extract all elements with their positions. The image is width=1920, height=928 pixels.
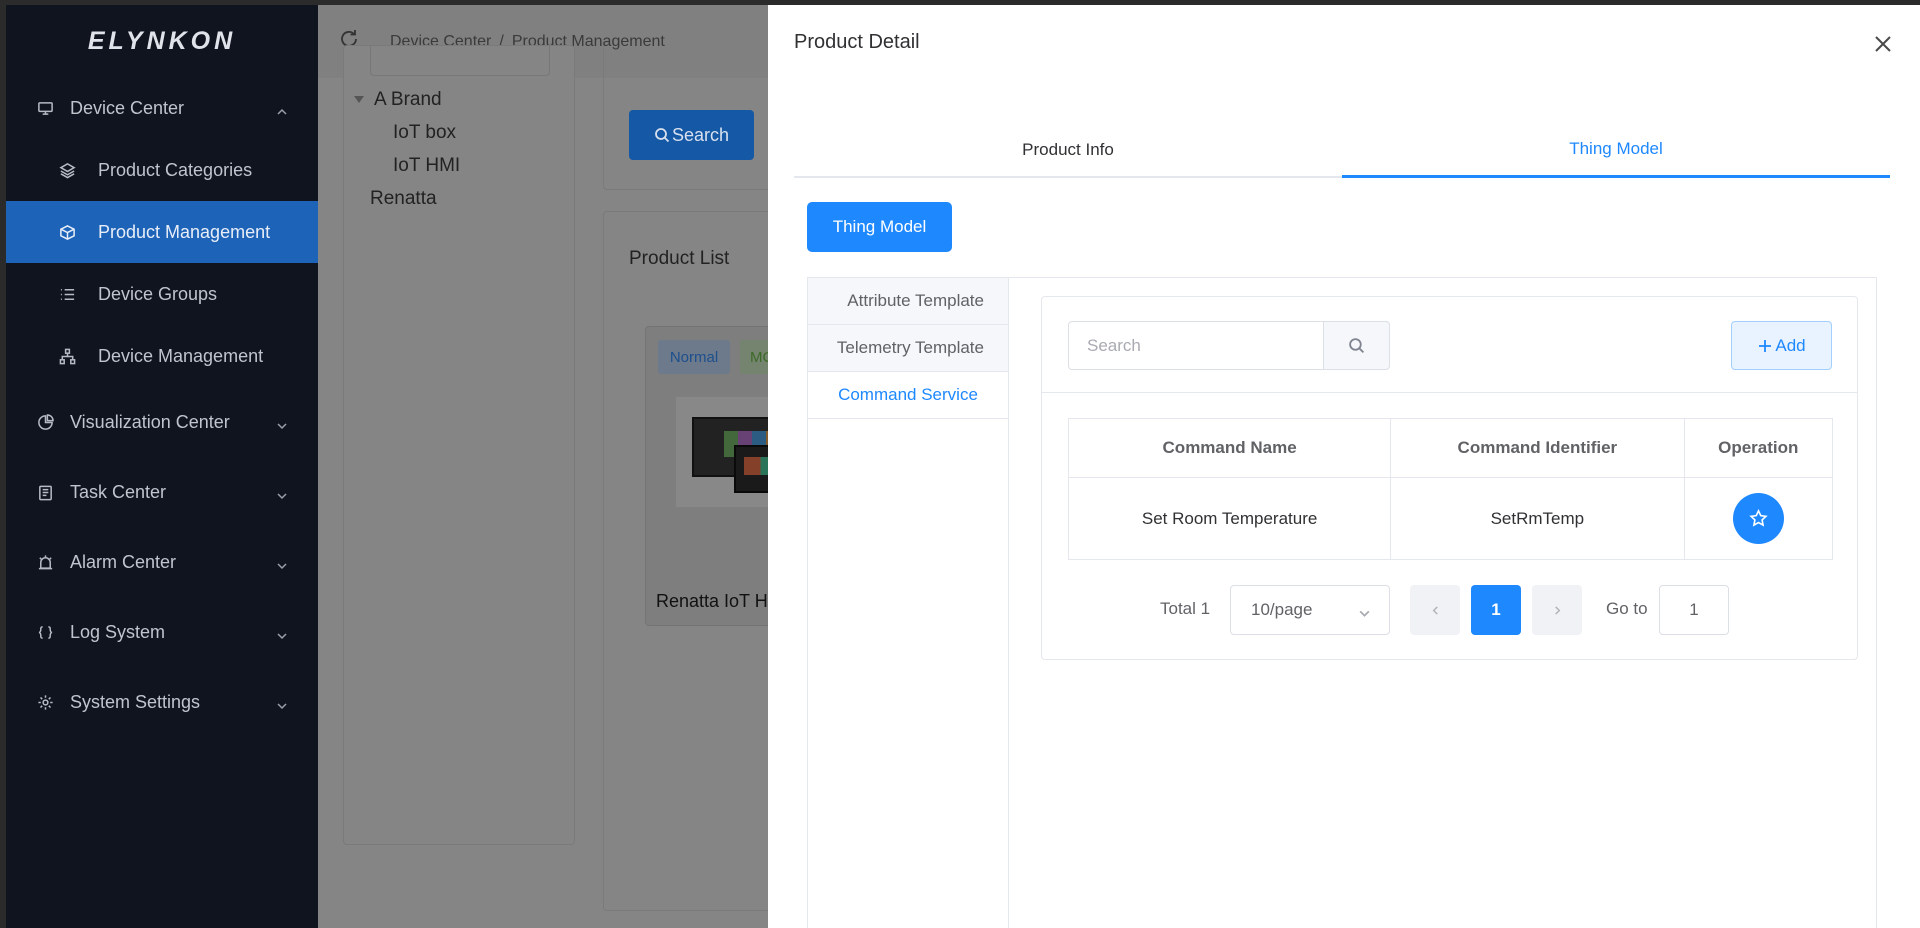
goto-page-input[interactable]: [1659, 585, 1729, 635]
menu-alarm-center[interactable]: Alarm Center: [6, 527, 318, 597]
tree-node-a-brand[interactable]: A Brand: [350, 83, 460, 116]
star-button[interactable]: [1732, 493, 1784, 544]
side-tab-telemetry-template[interactable]: Telemetry Template: [808, 325, 1008, 372]
sidebar-item-device-groups[interactable]: Device Groups: [6, 263, 318, 325]
plus-icon: [1759, 339, 1772, 352]
command-service-card: Add Command Name Command Identifier Oper…: [1041, 296, 1858, 660]
status-badge-normal: Normal: [658, 340, 730, 374]
template-side-tabs: Attribute Template Telemetry Template Co…: [808, 278, 1009, 928]
menu-label: Log System: [70, 621, 166, 642]
page-number-1[interactable]: 1: [1471, 585, 1521, 635]
tree-filter-input[interactable]: [370, 46, 550, 76]
add-command-button[interactable]: Add: [1731, 321, 1832, 370]
sidebar-item-product-categories[interactable]: Product Categories: [6, 139, 318, 201]
code-braces-icon: [36, 623, 54, 641]
close-icon[interactable]: [1872, 33, 1894, 55]
next-page-button[interactable]: [1532, 585, 1582, 635]
sidebar-item-label: Device Groups: [98, 283, 218, 304]
menu-label: Visualization Center: [70, 411, 230, 432]
tab-thing-model[interactable]: Thing Model: [1342, 123, 1890, 178]
sidebar-item-device-management[interactable]: Device Management: [6, 325, 318, 387]
layers-icon: [58, 161, 76, 179]
box-icon: [58, 223, 76, 241]
product-detail-drawer: Product Detail Product Info Thing Model …: [768, 5, 1920, 928]
hierarchy-icon: [58, 347, 76, 365]
monitor-icon: [36, 99, 54, 117]
menu-task-center[interactable]: Task Center: [6, 457, 318, 527]
sidebar: ELYNKON Device Center Product Categories…: [6, 5, 318, 928]
search-button[interactable]: [1323, 321, 1390, 370]
alarm-icon: [36, 553, 54, 571]
command-identifier-cell: SetRmTemp: [1390, 477, 1685, 560]
chevron-right-icon: [1554, 605, 1560, 615]
prev-page-button[interactable]: [1410, 585, 1460, 635]
chevron-down-icon: [1358, 605, 1371, 625]
divider: [1042, 392, 1857, 393]
side-tab-command-service[interactable]: Command Service: [808, 372, 1008, 419]
drawer-tabs: Product Info Thing Model: [794, 123, 1890, 178]
star-icon: [1749, 509, 1768, 527]
tree-node-iot-hmi[interactable]: IoT HMI: [350, 149, 460, 182]
app-logo: ELYNKON: [87, 26, 237, 55]
menu-system-settings[interactable]: System Settings: [6, 667, 318, 737]
column-header-command-identifier: Command Identifier: [1390, 418, 1685, 478]
thing-model-content: Attribute Template Telemetry Template Co…: [807, 277, 1877, 928]
command-name-cell: Set Room Temperature: [1067, 477, 1392, 560]
search-input[interactable]: [1068, 321, 1324, 370]
column-header-command-name: Command Name: [1067, 418, 1392, 478]
operation-cell: [1683, 477, 1834, 560]
chevron-down-icon: [276, 626, 288, 640]
chevron-down-icon: [276, 696, 288, 710]
menu-label: System Settings: [70, 691, 201, 712]
pagination-total: Total 1: [1160, 599, 1211, 618]
chevron-up-icon: [276, 102, 288, 115]
drawer-title: Product Detail: [794, 31, 920, 53]
tree-node-renatta[interactable]: Renatta: [350, 182, 460, 215]
product-list-title: Product List: [629, 248, 730, 269]
thing-model-button[interactable]: Thing Model: [807, 202, 952, 252]
sidebar-item-label: Product Management: [98, 221, 271, 242]
menu-visualization-center[interactable]: Visualization Center: [6, 387, 318, 457]
list-icon: [58, 285, 76, 303]
sidebar-item-label: Product Categories: [98, 159, 253, 180]
sidebar-item-product-management[interactable]: Product Management: [6, 201, 318, 263]
table-row: Set Room Temperature SetRmTemp: [1067, 477, 1834, 560]
menu-label: Device Center: [70, 97, 185, 118]
search-icon: [1349, 338, 1365, 354]
tab-product-info[interactable]: Product Info: [794, 123, 1342, 176]
pie-chart-icon: [36, 413, 54, 431]
search-icon: [655, 128, 670, 143]
menu-label: Alarm Center: [70, 551, 177, 572]
tree-node-iot-box[interactable]: IoT box: [350, 116, 460, 149]
chevron-down-icon: [276, 556, 288, 570]
page-size-select[interactable]: 10/page: [1230, 585, 1390, 635]
gear-icon: [36, 693, 54, 711]
menu-device-center[interactable]: Device Center: [6, 77, 318, 139]
search-button[interactable]: Search: [629, 110, 754, 160]
chevron-down-icon: [276, 416, 288, 430]
clipboard-icon: [36, 483, 54, 501]
pagination: Total 1 10/page 1 Go to: [1042, 585, 1857, 635]
caret-down-icon: [354, 96, 364, 104]
category-tree: A Brand IoT box IoT HMI Renatta: [350, 83, 460, 215]
product-name: Renatta IoT H: [656, 591, 768, 611]
command-table: Command Name Command Identifier Operatio…: [1067, 418, 1834, 560]
menu-label: Task Center: [70, 481, 167, 502]
goto-label: Go to: [1606, 599, 1648, 618]
column-header-operation: Operation: [1683, 418, 1834, 478]
side-tab-attribute-template[interactable]: Attribute Template: [808, 278, 1008, 325]
chevron-down-icon: [276, 486, 288, 500]
chevron-left-icon: [1432, 605, 1438, 615]
menu-log-system[interactable]: Log System: [6, 597, 318, 667]
sidebar-item-label: Device Management: [98, 345, 264, 366]
